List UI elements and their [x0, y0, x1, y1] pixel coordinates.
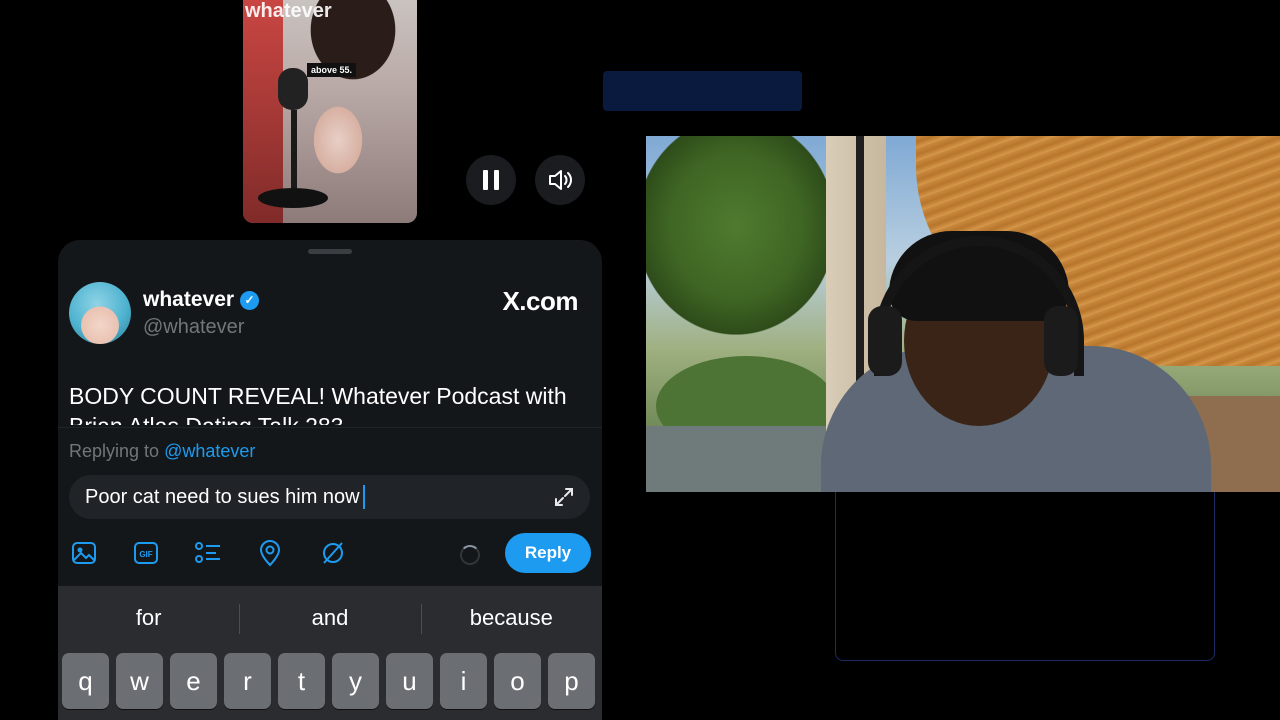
- author-name-text: whatever: [143, 288, 235, 311]
- location-icon[interactable]: [255, 538, 285, 568]
- drag-handle[interactable]: [308, 249, 352, 254]
- tweet-text: BODY COUNT REVEAL! Whatever Podcast with…: [69, 383, 567, 425]
- volume-icon: [549, 170, 572, 190]
- author-name: whatever ✓: [143, 288, 260, 312]
- reply-input-value: Poor cat need to sues him now: [85, 485, 360, 508]
- replying-handle-link[interactable]: @whatever: [164, 441, 255, 461]
- key-i[interactable]: i: [440, 653, 487, 709]
- verified-badge-icon: ✓: [240, 290, 260, 310]
- video-caption: above 55.: [307, 63, 357, 77]
- image-icon[interactable]: [69, 538, 99, 568]
- key-t[interactable]: t: [278, 653, 325, 709]
- key-row-1: q w e r t y u i o p: [62, 653, 595, 709]
- svg-text:GIF: GIF: [139, 550, 152, 559]
- key-p[interactable]: p: [548, 653, 595, 709]
- text-caret: [362, 485, 365, 509]
- key-o[interactable]: o: [494, 653, 541, 709]
- pause-icon: [480, 170, 502, 190]
- webcam-feed: [646, 136, 1280, 492]
- reply-button[interactable]: Reply: [505, 533, 591, 573]
- walkway: [646, 426, 836, 492]
- video-thumbnail[interactable]: whatever above 55.: [243, 0, 417, 223]
- author-handle: @whatever: [143, 316, 245, 338]
- replying-prefix: Replying to: [69, 441, 160, 461]
- reply-sheet: whatever ✓ @whatever X.com BODY COUNT RE…: [58, 240, 602, 720]
- reply-input[interactable]: Poor cat need to sues him now: [69, 475, 590, 519]
- gif-icon[interactable]: GIF: [131, 538, 161, 568]
- key-r[interactable]: r: [224, 653, 271, 709]
- overlay-banner: [603, 71, 802, 111]
- poll-icon[interactable]: [193, 538, 223, 568]
- suggestion-item[interactable]: and: [239, 586, 420, 650]
- empty-frame: [835, 492, 1215, 661]
- video-watermark: whatever: [245, 0, 332, 22]
- expand-icon[interactable]: [552, 485, 576, 509]
- character-count-ring: [460, 545, 480, 565]
- microphone-icon: [278, 68, 308, 110]
- key-u[interactable]: u: [386, 653, 433, 709]
- grok-icon[interactable]: [318, 538, 348, 568]
- replying-to: Replying to @whatever: [69, 441, 255, 462]
- key-w[interactable]: w: [116, 653, 163, 709]
- on-screen-keyboard: for and because q w e r t y u i o p: [58, 586, 602, 720]
- mic-stand: [291, 110, 297, 200]
- headset-earcup-right: [1044, 306, 1078, 376]
- pause-button[interactable]: [466, 155, 516, 205]
- headset-earcup-left: [868, 306, 902, 376]
- key-y[interactable]: y: [332, 653, 379, 709]
- key-e[interactable]: e: [170, 653, 217, 709]
- suggestion-bar: for and because: [58, 586, 602, 650]
- volume-button[interactable]: [535, 155, 585, 205]
- reply-composer: Replying to @whatever Poor cat need to s…: [58, 427, 602, 587]
- suggestion-item[interactable]: for: [58, 586, 239, 650]
- suggestion-item[interactable]: because: [420, 586, 602, 650]
- key-q[interactable]: q: [62, 653, 109, 709]
- avatar[interactable]: [69, 282, 131, 344]
- tree: [646, 136, 846, 386]
- mic-base: [258, 188, 328, 208]
- site-logo: X.com: [502, 286, 578, 316]
